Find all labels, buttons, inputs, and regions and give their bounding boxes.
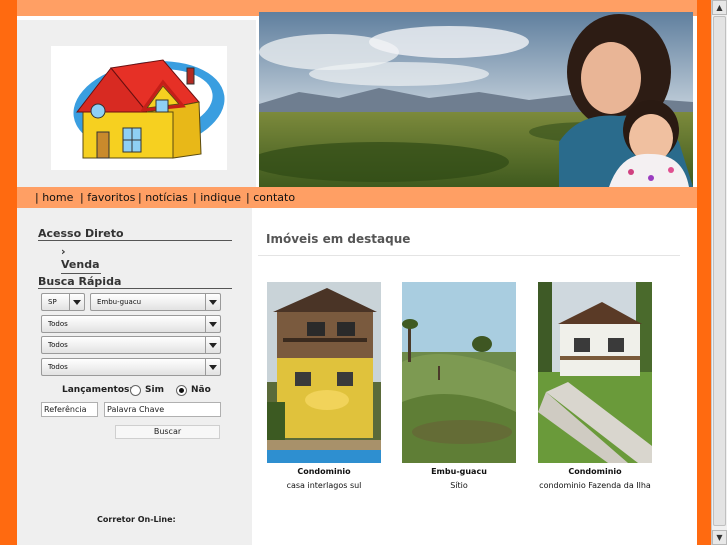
- listing-2-photo[interactable]: [402, 282, 516, 463]
- filter-select-2[interactable]: Todos: [41, 336, 221, 354]
- scrollbar-thumb[interactable]: [713, 16, 726, 526]
- busca-divider: [38, 288, 232, 289]
- field-photo-icon: [402, 282, 516, 463]
- referencia-input[interactable]: [41, 402, 98, 417]
- nav-home[interactable]: | home: [35, 191, 73, 204]
- palavra-chave-input[interactable]: [104, 402, 221, 417]
- chevron-down-icon: [69, 294, 84, 310]
- landscape-family-illustration: [259, 12, 693, 187]
- state-select-value: SP: [48, 298, 57, 306]
- filter-select-3[interactable]: Todos: [41, 358, 221, 376]
- filter-select-1[interactable]: Todos: [41, 315, 221, 333]
- house-logo[interactable]: [51, 46, 227, 170]
- corretor-online-label: Corretor On-Line:: [97, 515, 176, 524]
- chalet-photo-icon: [538, 282, 652, 463]
- chevron-down-icon: [205, 337, 220, 353]
- city-select[interactable]: Embu-guacu: [90, 293, 221, 311]
- hero-banner-image: [259, 12, 693, 187]
- listing-3-description: condominio Fazenda da Ilha: [539, 481, 651, 490]
- imoveis-destaque-title: Imóveis em destaque: [266, 232, 411, 246]
- chevron-down-icon: [205, 359, 220, 375]
- title-divider: [258, 255, 680, 256]
- nav-indique[interactable]: | indique: [193, 191, 241, 204]
- radio-sim[interactable]: [130, 385, 141, 396]
- left-orange-border: [0, 0, 17, 545]
- nav-noticias[interactable]: | notícias: [138, 191, 188, 204]
- chevron-down-icon: [205, 316, 220, 332]
- nav-contato[interactable]: | contato: [246, 191, 295, 204]
- logo-panel: [17, 20, 256, 187]
- buscar-button[interactable]: Buscar: [115, 425, 220, 439]
- listing-3-photo[interactable]: [538, 282, 652, 463]
- acesso-direto-heading: Acesso Direto: [38, 227, 124, 240]
- radio-nao[interactable]: [176, 385, 187, 396]
- house-logo-icon: [73, 59, 225, 159]
- filter-select-2-value: Todos: [48, 341, 68, 349]
- radio-sim-label: Sim: [145, 385, 164, 395]
- state-select[interactable]: SP: [41, 293, 85, 311]
- chevron-down-icon: [205, 294, 220, 310]
- acesso-divider: [38, 240, 232, 241]
- main-nav-bar: | home | favoritos | notícias | indique …: [17, 187, 697, 208]
- scroll-up-arrow-icon[interactable]: ▲: [712, 0, 727, 15]
- listing-3-city[interactable]: Condominio: [515, 467, 675, 476]
- filter-select-1-value: Todos: [48, 320, 68, 328]
- house-photo-icon: [267, 282, 381, 463]
- right-orange-border: [697, 0, 711, 545]
- listing-1-photo[interactable]: [267, 282, 381, 463]
- scroll-down-arrow-icon[interactable]: ▼: [712, 530, 727, 545]
- venda-link[interactable]: › Venda: [61, 245, 101, 274]
- filter-select-3-value: Todos: [48, 363, 68, 371]
- busca-rapida-heading: Busca Rápida: [38, 275, 122, 288]
- lancamentos-label: Lançamentos:: [62, 385, 133, 395]
- radio-nao-label: Não: [191, 385, 211, 395]
- nav-favoritos[interactable]: | favoritos: [80, 191, 135, 204]
- sidebar: Acesso Direto › Venda Busca Rápida SP Em…: [17, 208, 252, 545]
- city-select-value: Embu-guacu: [97, 298, 142, 306]
